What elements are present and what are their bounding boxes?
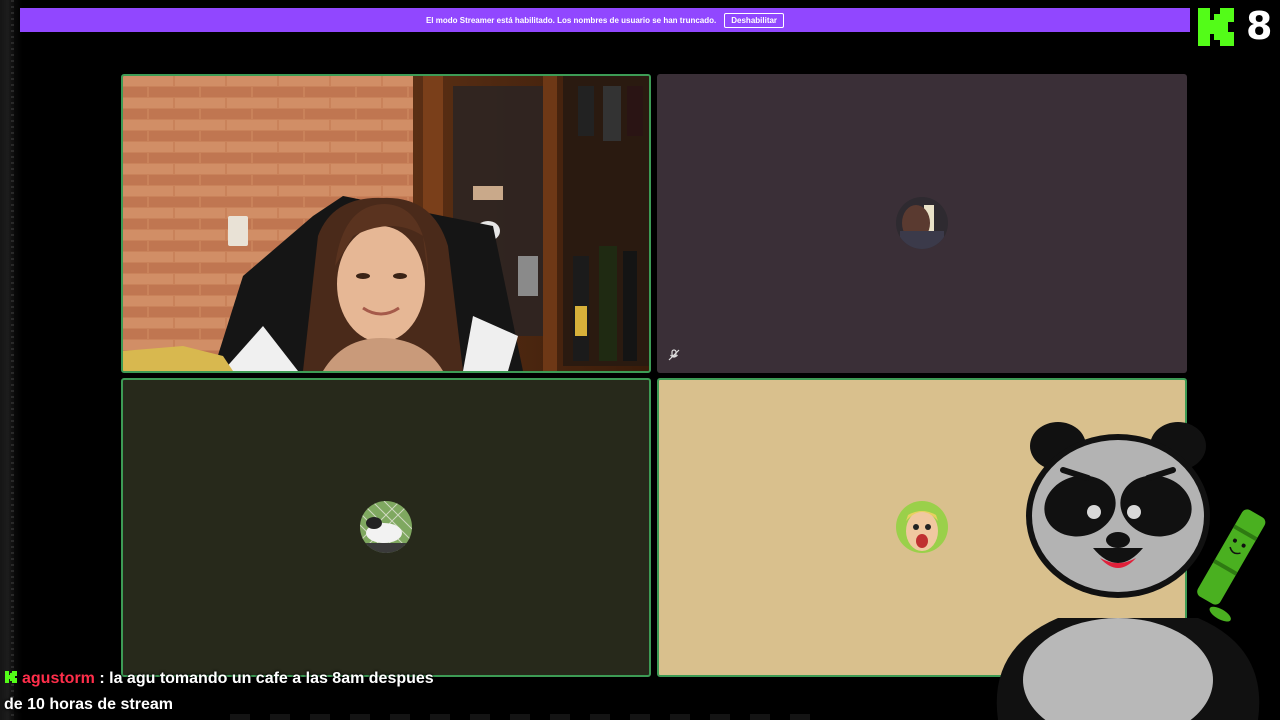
participant-4-avatar [896,501,948,553]
panda-mascot [996,422,1266,720]
video-tile-participant-2[interactable] [657,74,1187,373]
banner-message: El modo Streamer está habilitado. Los no… [425,15,717,25]
participant-3-avatar [360,501,412,553]
disable-streamer-mode-button[interactable]: Deshabilitar [724,12,785,28]
chat-message: agustorm : la agu tomando un cafe a las … [4,666,444,718]
video-tile-webcam[interactable] [121,74,651,373]
participant-2-avatar [896,197,948,249]
video-tile-participant-3[interactable] [121,378,651,677]
chat-separator: : [99,670,105,687]
left-edge-decoration [0,0,22,720]
kick-k-icon [1198,8,1234,46]
viewer-counter: 8 [1246,4,1273,48]
webcam-video [123,76,649,371]
kick-badge-icon [5,671,17,683]
bottom-ticker-decoration [230,714,830,720]
chat-username[interactable]: agustorm [22,670,95,687]
mic-off-icon [667,348,681,362]
streamer-mode-banner: El modo Streamer está habilitado. Los no… [20,8,1190,32]
